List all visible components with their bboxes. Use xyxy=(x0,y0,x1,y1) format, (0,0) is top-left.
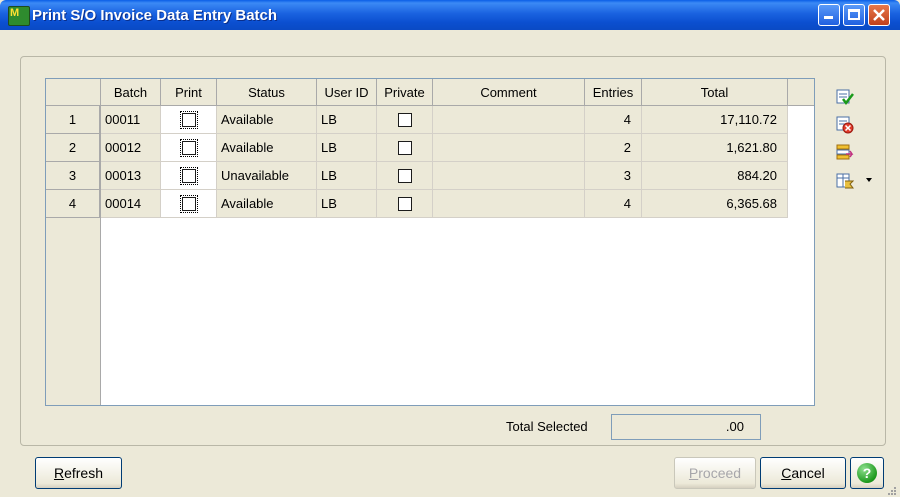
cell-total[interactable]: 1,621.80 xyxy=(642,134,788,162)
cell-comment[interactable] xyxy=(433,190,585,218)
cell-total[interactable]: 884.20 xyxy=(642,162,788,190)
cell-status[interactable]: Available xyxy=(217,190,317,218)
cell-entries[interactable]: 4 xyxy=(585,106,642,134)
help-button[interactable]: ? xyxy=(850,457,884,489)
select-all-icon[interactable] xyxy=(836,88,854,106)
cell-comment[interactable] xyxy=(433,134,585,162)
cell-print xyxy=(161,106,217,134)
cell-entries[interactable]: 4 xyxy=(585,190,642,218)
cell-batch[interactable]: 00012 xyxy=(101,134,161,162)
chevron-down-icon[interactable] xyxy=(866,178,872,182)
column-header-filler xyxy=(788,79,814,106)
minimize-icon xyxy=(824,16,833,19)
cell-private xyxy=(377,134,433,162)
cell-status[interactable]: Unavailable xyxy=(217,162,317,190)
column-header-print[interactable]: Print xyxy=(161,79,217,106)
cell-status[interactable]: Available xyxy=(217,106,317,134)
toggle-selection-icon[interactable] xyxy=(836,144,854,162)
cell-print xyxy=(161,190,217,218)
print-checkbox[interactable] xyxy=(179,110,198,129)
row-number[interactable]: 2 xyxy=(46,134,100,162)
refresh-button[interactable]: Refresh xyxy=(35,457,122,489)
column-header-private[interactable]: Private xyxy=(377,79,433,106)
cell-comment[interactable] xyxy=(433,106,585,134)
column-header-total[interactable]: Total xyxy=(642,79,788,106)
private-checkbox[interactable] xyxy=(397,196,412,211)
minimize-button[interactable] xyxy=(818,4,840,26)
window-title: Print S/O Invoice Data Entry Batch xyxy=(32,7,278,24)
cell-private xyxy=(377,190,433,218)
cell-comment[interactable] xyxy=(433,162,585,190)
help-icon: ? xyxy=(857,463,877,483)
private-checkbox[interactable] xyxy=(397,112,412,127)
row-number[interactable]: 3 xyxy=(46,162,100,190)
maximize-icon xyxy=(848,9,860,20)
cell-print xyxy=(161,162,217,190)
corner-header xyxy=(46,79,101,106)
cell-batch[interactable]: 00013 xyxy=(101,162,161,190)
cell-user-id[interactable]: LB xyxy=(317,134,377,162)
maximize-button[interactable] xyxy=(843,4,865,26)
cell-total[interactable]: 6,365.68 xyxy=(642,190,788,218)
cell-private xyxy=(377,162,433,190)
cell-batch[interactable]: 00014 xyxy=(101,190,161,218)
cell-user-id[interactable]: LB xyxy=(317,162,377,190)
total-selected-label: Total Selected xyxy=(506,419,588,434)
app-icon: M xyxy=(8,6,30,26)
cancel-button[interactable]: Cancel xyxy=(760,457,846,489)
column-header-comment[interactable]: Comment xyxy=(433,79,585,106)
total-selected-field: .00 xyxy=(611,414,761,440)
cell-private xyxy=(377,106,433,134)
cell-total[interactable]: 17,110.72 xyxy=(642,106,788,134)
column-header-user-id[interactable]: User ID xyxy=(317,79,377,106)
print-checkbox[interactable] xyxy=(179,138,198,157)
private-checkbox[interactable] xyxy=(397,168,412,183)
row-number[interactable]: 1 xyxy=(46,106,100,134)
clear-all-icon[interactable] xyxy=(836,116,854,134)
title-bar[interactable]: M Print S/O Invoice Data Entry Batch xyxy=(0,0,900,30)
print-checkbox[interactable] xyxy=(179,166,198,185)
batch-grid[interactable]: Batch Print Status User ID Private Comme… xyxy=(45,78,815,406)
column-header-batch[interactable]: Batch xyxy=(101,79,161,106)
cell-user-id[interactable]: LB xyxy=(317,190,377,218)
print-checkbox[interactable] xyxy=(179,194,198,213)
row-number[interactable]: 4 xyxy=(46,190,100,218)
filter-icon[interactable] xyxy=(836,172,854,190)
cell-entries[interactable]: 3 xyxy=(585,162,642,190)
column-header-entries[interactable]: Entries xyxy=(585,79,642,106)
cell-status[interactable]: Available xyxy=(217,134,317,162)
resize-grip-icon[interactable] xyxy=(887,486,897,496)
close-icon xyxy=(873,9,885,21)
column-header-status[interactable]: Status xyxy=(217,79,317,106)
dialog-window: M Print S/O Invoice Data Entry Batch Bat… xyxy=(0,0,900,497)
private-checkbox[interactable] xyxy=(397,140,412,155)
cell-batch[interactable]: 00011 xyxy=(101,106,161,134)
cell-entries[interactable]: 2 xyxy=(585,134,642,162)
proceed-button[interactable]: Proceed xyxy=(674,457,756,489)
close-button[interactable] xyxy=(868,4,890,26)
cell-print xyxy=(161,134,217,162)
cell-user-id[interactable]: LB xyxy=(317,106,377,134)
